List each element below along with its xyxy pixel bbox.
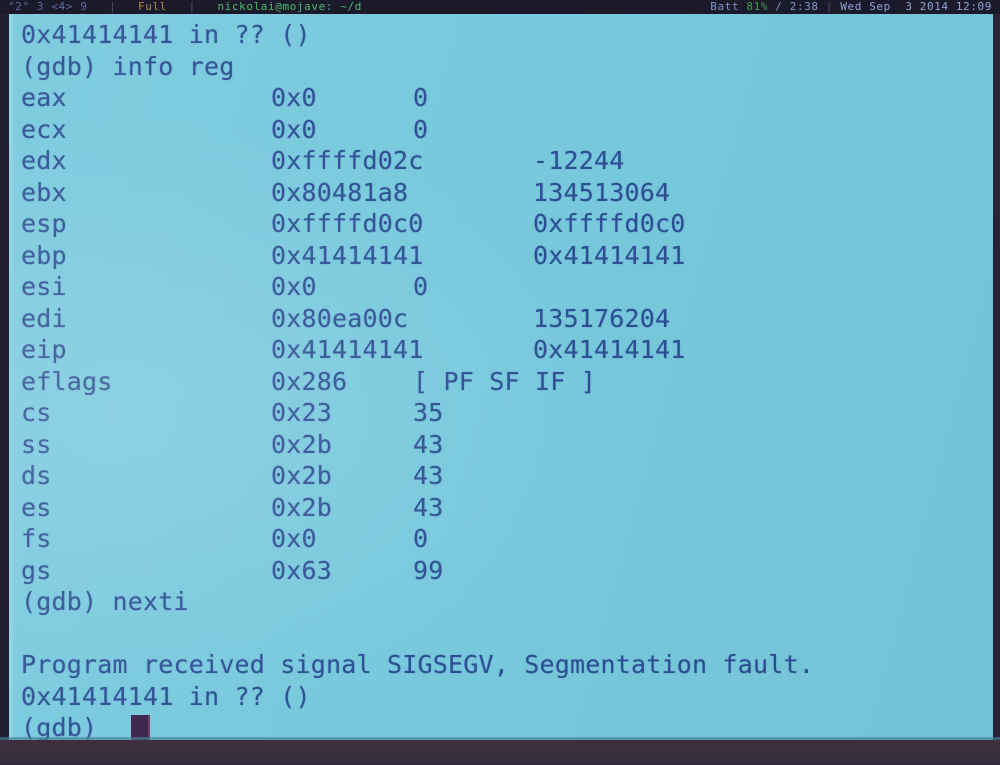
terminal-output-line: (gdb) info reg	[21, 51, 235, 83]
register-decimal-value: 0x41414141	[533, 240, 686, 270]
register-hex-value: 0x0	[271, 83, 317, 112]
register-hex-value: 0x286	[271, 366, 348, 396]
register-hex-value: 0x0	[271, 524, 317, 553]
terminal-line-text: 0x41414141 in ?? ()	[21, 681, 311, 711]
register-hex-value: 0x2b	[271, 429, 333, 459]
register-decimal-value: 135176204	[533, 303, 671, 333]
register-decimal-value: 0	[413, 272, 429, 301]
register-decimal-value: 0x41414141	[533, 335, 686, 364]
register-name: es	[21, 492, 52, 522]
register-name: cs	[21, 398, 52, 427]
register-decimal-value: 43	[413, 492, 444, 522]
terminal-window: 0x41414141 in ?? () (gdb) info reg eax 0x0 0…	[0, 14, 1000, 740]
register-name: ds	[21, 461, 52, 490]
battery-percent: 81%	[746, 0, 769, 13]
register-name: edx	[21, 146, 67, 175]
workspace-indicator[interactable]: °2° 3 <4> 9	[8, 0, 87, 13]
register-name: ebx	[21, 177, 67, 207]
register-decimal-value: 0	[413, 114, 429, 144]
register-hex-value: 0x63	[271, 555, 333, 585]
register-decimal-value: 99	[413, 555, 444, 585]
register-decimal-value: 43	[413, 461, 444, 490]
monitor-bezel	[0, 740, 1000, 765]
terminal-output-area[interactable]: 0x41414141 in ?? () (gdb) info reg eax 0x0 0…	[13, 14, 993, 740]
layout-indicator[interactable]: Full	[138, 0, 167, 13]
register-hex-value: 0x2b	[271, 492, 333, 522]
battery-time-remaining: 2:38	[789, 0, 819, 13]
battery-label: Batt	[710, 0, 740, 13]
register-decimal-value: 0	[413, 524, 429, 553]
register-decimal-value: 134513064	[533, 177, 671, 207]
window-frame-right	[993, 14, 1000, 740]
register-decimal-value: 43	[413, 429, 444, 459]
register-name: eflags	[21, 366, 113, 396]
register-name: ecx	[21, 114, 67, 144]
terminal-output-line: Program received signal SIGSEGV, Segment…	[21, 649, 814, 681]
status-bar-left: °2° 3 <4> 9 | Full | nickolai@mojave: ~/…	[8, 0, 362, 14]
register-name: gs	[21, 555, 52, 585]
register-decimal-value: -12244	[533, 146, 625, 175]
register-flags-value: [ PF SF IF ]	[413, 366, 597, 396]
screen: °2° 3 <4> 9 | Full | nickolai@mojave: ~/…	[0, 0, 1000, 765]
register-name: ebp	[21, 240, 67, 270]
window-frame-left	[0, 14, 9, 740]
gdb-prompt: (gdb)	[21, 713, 113, 740]
register-name: eip	[21, 335, 67, 364]
terminal-line-text: (gdb) info reg	[21, 51, 235, 81]
terminal-output-line: 0x41414141 in ?? ()	[21, 681, 311, 713]
register-hex-value: 0x0	[271, 272, 317, 301]
register-name: esi	[21, 272, 67, 301]
terminal-line-text: (gdb) nexti	[21, 587, 189, 616]
terminal-prompt-line: (gdb)	[21, 712, 150, 740]
register-name: esp	[21, 209, 67, 238]
register-decimal-value: 35	[413, 398, 444, 427]
terminal-line-text: 0x41414141 in ?? ()	[21, 20, 311, 49]
register-hex-value: 0x2b	[271, 461, 333, 490]
register-name: eax	[21, 83, 67, 112]
status-bar-right: Batt 81% / 2:38 | Wed Sep 3 2014 12:09	[710, 0, 992, 14]
status-separator-3: |	[818, 0, 841, 13]
clock: Wed Sep 3 2014 12:09	[840, 0, 992, 13]
battery-divider: /	[768, 0, 790, 13]
register-hex-value: 0x80481a8	[271, 177, 409, 207]
status-separator-2: |	[166, 0, 218, 13]
status-separator-1: |	[87, 0, 139, 13]
register-decimal-value: 0xffffd0c0	[533, 209, 686, 238]
register-hex-value: 0x41414141	[271, 335, 424, 364]
register-name: ss	[21, 429, 52, 459]
window-title: nickolai@mojave: ~/d	[217, 0, 362, 13]
register-hex-value: 0x23	[271, 398, 333, 427]
status-bar: °2° 3 <4> 9 | Full | nickolai@mojave: ~/…	[0, 0, 1000, 14]
register-hex-value: 0xffffd0c0	[271, 209, 424, 238]
register-name: fs	[21, 524, 52, 553]
terminal-output-line: 0x41414141 in ?? ()	[21, 19, 311, 51]
register-hex-value: 0x0	[271, 114, 317, 144]
terminal-output-line: (gdb) nexti	[21, 586, 189, 618]
register-hex-value: 0x80ea00c	[271, 303, 409, 333]
register-name: edi	[21, 303, 67, 333]
register-hex-value: 0xffffd02c	[271, 146, 424, 175]
register-hex-value: 0x41414141	[271, 240, 424, 270]
register-decimal-value: 0	[413, 83, 429, 112]
terminal-line-text: Program received signal SIGSEGV, Segment…	[21, 650, 815, 679]
